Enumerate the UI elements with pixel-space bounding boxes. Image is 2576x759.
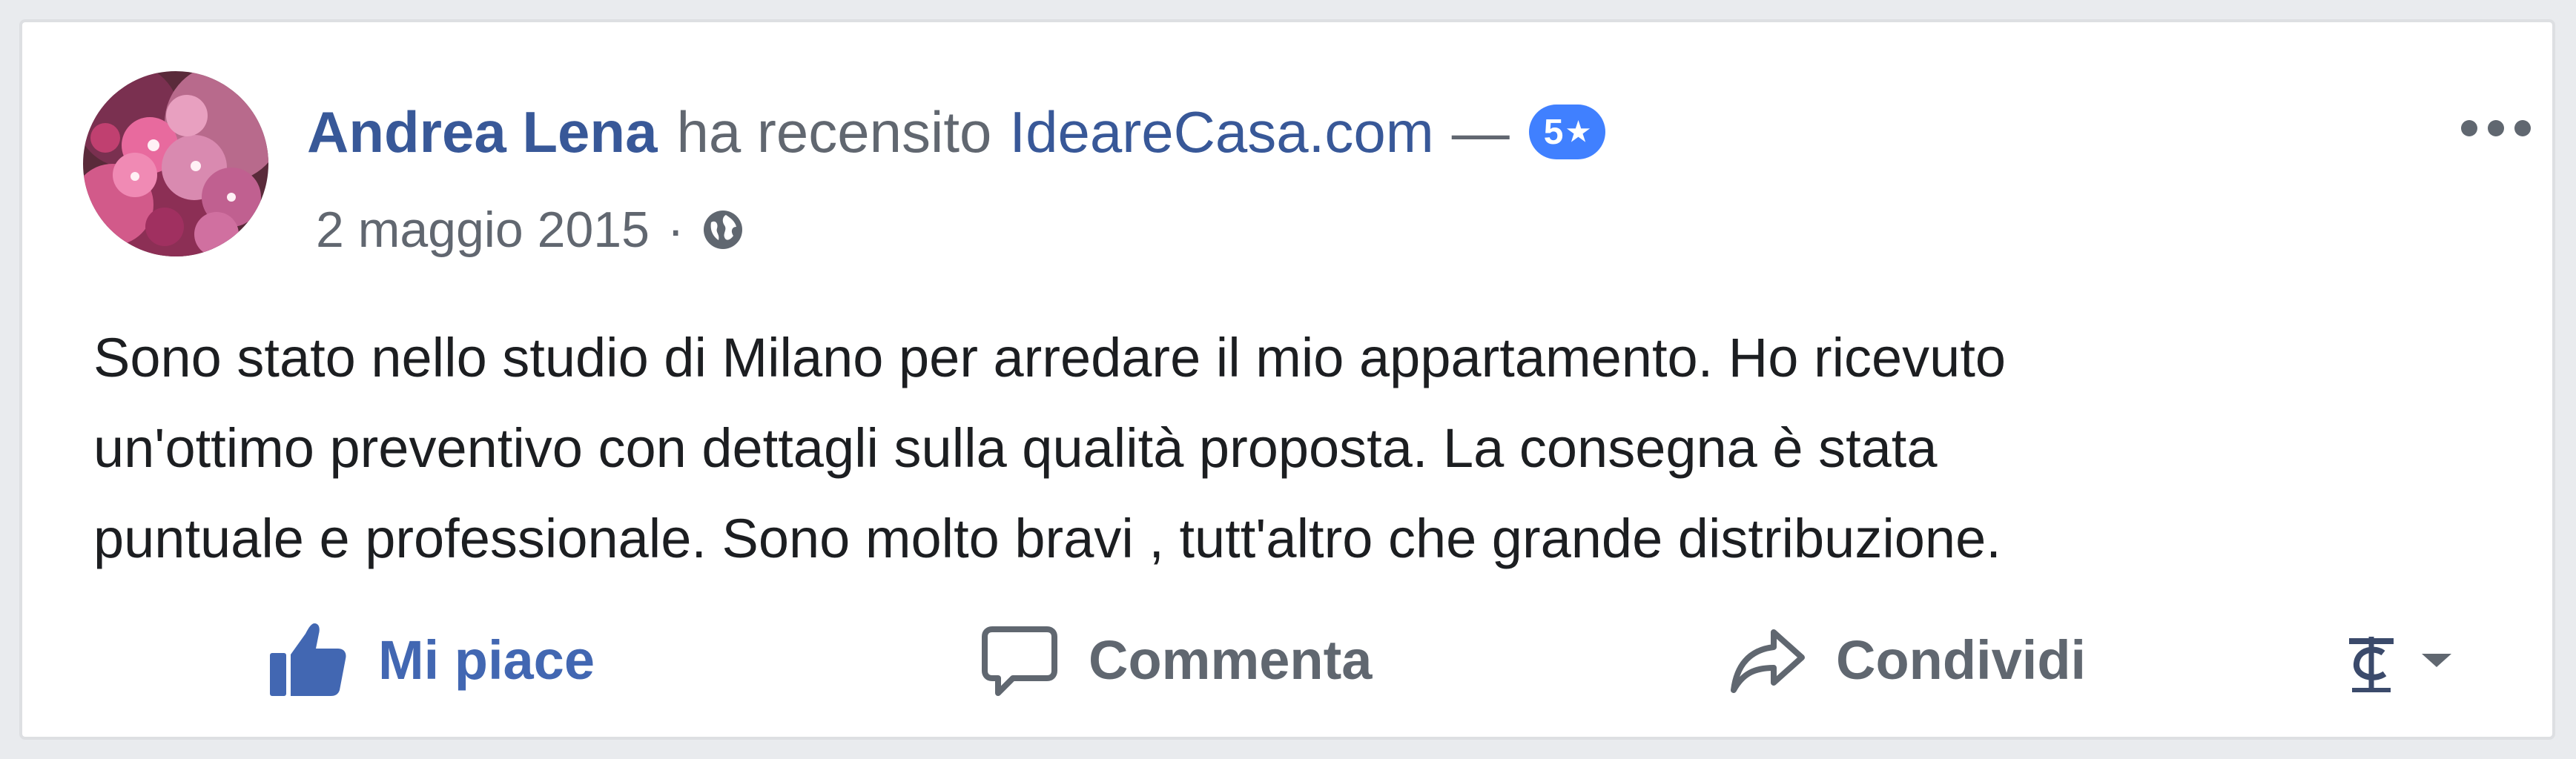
review-post-card: Andrea Lena ha recensito IdeareCasa.com … bbox=[19, 19, 2555, 740]
page-logo-icon bbox=[2349, 637, 2394, 692]
star-icon: ★ bbox=[1566, 116, 1591, 147]
post-meta: 2 maggio 2015 · bbox=[316, 194, 745, 265]
meta-separator: · bbox=[667, 202, 684, 258]
more-options-icon[interactable] bbox=[2451, 110, 2540, 147]
share-arrow-icon bbox=[1731, 629, 1805, 693]
comment-label: Commenta bbox=[1089, 629, 1373, 691]
share-label: Condividi bbox=[1836, 629, 2087, 691]
post-header: Andrea Lena ha recensito IdeareCasa.com … bbox=[307, 90, 1605, 173]
share-button[interactable]: Condividi bbox=[1728, 608, 2086, 712]
page-avatar-selector[interactable] bbox=[2342, 608, 2459, 712]
like-label: Mi piace bbox=[378, 629, 595, 691]
rating-badge[interactable]: 5 ★ bbox=[1528, 105, 1605, 159]
action-bar: Mi piace Commenta Condividi bbox=[22, 608, 2552, 712]
page-name-link[interactable]: IdeareCasa.com bbox=[1009, 99, 1433, 166]
globe-icon[interactable] bbox=[701, 208, 745, 252]
post-text: Sono stato nello studio di Milano per ar… bbox=[93, 313, 2511, 584]
author-avatar[interactable] bbox=[83, 71, 268, 256]
comment-button[interactable]: Commenta bbox=[979, 608, 1372, 712]
thumbs-up-icon bbox=[270, 623, 346, 696]
author-name-link[interactable]: Andrea Lena bbox=[307, 99, 657, 166]
post-text-line: puntuale e professionale. Sono molto bra… bbox=[93, 508, 2001, 569]
post-text-line: Sono stato nello studio di Milano per ar… bbox=[93, 327, 2007, 388]
post-date-link[interactable]: 2 maggio 2015 bbox=[316, 201, 650, 259]
header-dash: — bbox=[1451, 99, 1510, 165]
review-verb: ha recensito bbox=[676, 99, 992, 165]
avatar-flowers-image bbox=[83, 71, 268, 256]
comment-bubble-icon bbox=[982, 626, 1057, 696]
chevron-down-icon bbox=[2422, 654, 2451, 667]
like-button[interactable]: Mi piace bbox=[267, 608, 595, 712]
post-text-line: un'ottimo preventivo con dettagli sulla … bbox=[93, 417, 1938, 479]
rating-value: 5 bbox=[1543, 112, 1564, 152]
